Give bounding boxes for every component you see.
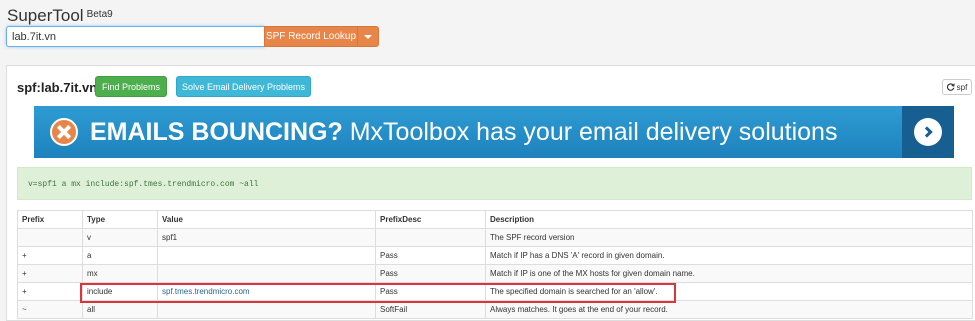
column-header-prefixdesc: PrefixDesc	[375, 210, 486, 229]
solve-email-delivery-button[interactable]: Solve Email Delivery Problems	[176, 76, 311, 97]
prefix-cell: ~	[17, 300, 83, 319]
column-header-prefix: Prefix	[17, 210, 83, 229]
include-domain-link[interactable]: spf.tmes.trendmicro.com	[162, 287, 250, 296]
promo-banner[interactable]: EMAILS BOUNCING? MxToolbox has your emai…	[34, 106, 954, 158]
spf-record-text: v=spf1 a mx include:spf.tmes.trendmicro.…	[17, 167, 972, 200]
table-row: + a Pass Match if IP has a DNS 'A' recor…	[17, 246, 973, 265]
table-row: v spf1 The SPF record version	[17, 228, 973, 247]
value-cell	[157, 300, 376, 319]
prefixdesc-cell	[375, 228, 486, 247]
type-cell: a	[82, 246, 158, 265]
spf-records-table: Prefix Type Value PrefixDesc Description…	[17, 210, 973, 319]
table-row: ~ all SoftFail Always matches. It goes a…	[17, 300, 973, 319]
column-header-value: Value	[157, 210, 376, 229]
column-header-description: Description	[485, 210, 973, 229]
prefixdesc-cell: Pass	[375, 282, 486, 301]
description-cell: The specified domain is searched for an …	[485, 282, 973, 301]
prefix-cell: +	[17, 282, 83, 301]
prefixdesc-cell: SoftFail	[375, 300, 486, 319]
refresh-icon	[946, 83, 955, 91]
banner-bold-text: EMAILS BOUNCING?	[90, 117, 343, 146]
description-cell: Match if IP is one of the MX hosts for g…	[485, 264, 973, 283]
lookup-dropdown-button[interactable]	[357, 26, 379, 47]
value-cell	[157, 246, 376, 265]
value-cell: spf1	[157, 228, 376, 247]
banner-text: EMAILS BOUNCING? MxToolbox has your emai…	[90, 118, 837, 147]
table-row: + include spf.tmes.trendmicro.com Pass T…	[17, 282, 973, 301]
prefix-cell: +	[17, 264, 83, 283]
prefixdesc-cell: Pass	[375, 264, 486, 283]
banner-tagline: MxToolbox has your email delivery soluti…	[349, 117, 838, 146]
find-problems-button[interactable]: Find Problems	[95, 76, 167, 97]
chevron-right-icon	[914, 118, 942, 146]
record-title: spf:lab.7it.vn	[17, 80, 98, 95]
type-cell: mx	[82, 264, 158, 283]
app-header: SuperTool Beta9	[7, 6, 113, 26]
column-header-type: Type	[82, 210, 158, 229]
banner-arrow-button[interactable]	[902, 106, 954, 158]
x-logo-icon	[50, 118, 78, 146]
type-cell: all	[82, 300, 158, 319]
prefix-cell	[17, 228, 83, 247]
brand-title: SuperTool	[7, 6, 84, 25]
value-cell	[157, 264, 376, 283]
spf-lookup-button[interactable]: SPF Record Lookup	[264, 26, 358, 47]
search-input[interactable]	[6, 26, 265, 47]
description-cell: Match if IP has a DNS 'A' record in give…	[485, 246, 973, 265]
beta-badge: Beta9	[86, 9, 113, 20]
table-row: + mx Pass Match if IP is one of the MX h…	[17, 264, 973, 283]
prefix-cell: +	[17, 246, 83, 265]
refresh-label: spf	[956, 82, 968, 92]
chevron-down-icon	[364, 34, 372, 39]
refresh-spf-button[interactable]: spf	[942, 79, 972, 95]
description-cell: The SPF record version	[485, 228, 973, 247]
type-cell: include	[82, 282, 158, 301]
table-header-row: Prefix Type Value PrefixDesc Description	[17, 210, 973, 229]
value-cell: spf.tmes.trendmicro.com	[157, 282, 376, 301]
type-cell: v	[82, 228, 158, 247]
description-cell: Always matches. It goes at the end of yo…	[485, 300, 973, 319]
prefixdesc-cell: Pass	[375, 246, 486, 265]
